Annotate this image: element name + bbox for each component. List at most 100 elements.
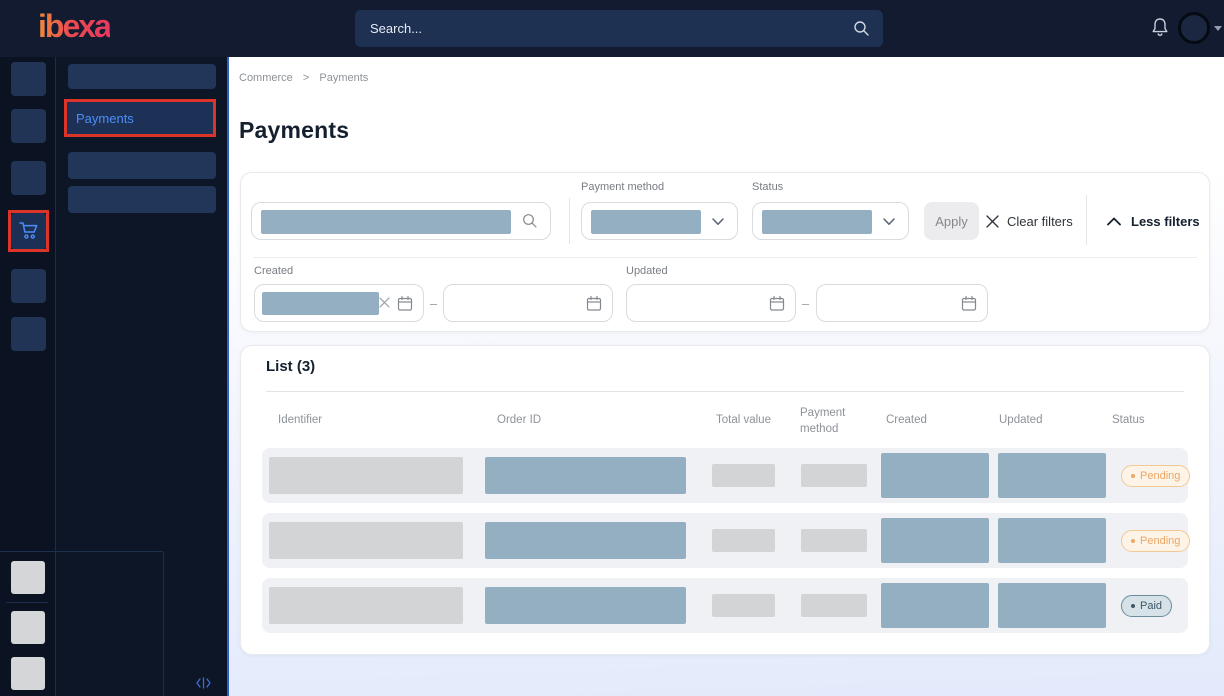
payments-list-panel: List (3) Identifier Order ID Total value…	[240, 345, 1210, 655]
status-select[interactable]	[752, 202, 909, 240]
rail-bottom-item-placeholder-1[interactable]	[11, 561, 45, 594]
chevron-up-icon	[1107, 217, 1121, 226]
divider	[163, 552, 164, 696]
payment-method-select[interactable]	[581, 202, 738, 240]
column-header-order-id: Order ID	[497, 414, 541, 426]
apply-button[interactable]: Apply	[924, 202, 979, 240]
status-dot-icon	[1131, 604, 1135, 608]
primary-nav-rail	[0, 57, 55, 696]
updated-to-date-input[interactable]	[816, 284, 988, 322]
breadcrumb-item-payments[interactable]: Payments	[319, 72, 368, 84]
close-icon	[986, 215, 999, 228]
less-filters-toggle[interactable]: Less filters	[1107, 202, 1200, 240]
clear-filters-label: Clear filters	[1007, 214, 1073, 229]
list-title: List (3)	[266, 358, 315, 375]
status-label: Pending	[1140, 535, 1180, 547]
global-search-input[interactable]	[355, 10, 883, 47]
column-header-identifier: Identifier	[278, 414, 322, 426]
cell-updated-redacted	[998, 453, 1106, 498]
table-row[interactable]: Paid	[262, 578, 1188, 633]
main-content: Commerce > Payments Payments Payment met…	[228, 57, 1224, 696]
updated-from-date-input[interactable]	[626, 284, 796, 322]
annotation-highlight-box: Payments	[64, 99, 216, 137]
chevron-down-icon	[712, 218, 724, 226]
divider	[569, 198, 570, 244]
table-row[interactable]: Pending	[262, 448, 1188, 503]
search-icon[interactable]	[853, 20, 870, 37]
breadcrumb-separator: >	[303, 72, 309, 84]
annotation-highlight-box	[8, 210, 49, 252]
created-from-date-input[interactable]	[254, 284, 424, 322]
cell-order-id-redacted	[485, 587, 686, 624]
cell-updated-redacted	[998, 583, 1106, 628]
global-search[interactable]	[355, 10, 883, 47]
payment-method-label: Payment method	[581, 181, 664, 193]
rail-item-placeholder-2[interactable]	[11, 109, 46, 143]
user-avatar[interactable]	[1178, 12, 1210, 44]
status-label: Pending	[1140, 470, 1180, 482]
rail-item-placeholder-1[interactable]	[11, 62, 46, 96]
notifications-button[interactable]	[1150, 17, 1172, 41]
divider	[266, 391, 1184, 392]
table-row[interactable]: Pending	[262, 513, 1188, 568]
cell-identifier-redacted	[269, 587, 463, 624]
cell-order-id-redacted	[485, 457, 686, 494]
sidebar-item-label: Payments	[76, 111, 134, 126]
secondary-sidebar: Payments	[55, 57, 228, 696]
breadcrumb: Commerce > Payments	[239, 72, 368, 84]
redacted-value	[261, 210, 511, 234]
status-badge: Paid	[1121, 595, 1172, 617]
cell-payment-method-redacted	[801, 594, 867, 617]
rail-item-commerce[interactable]	[11, 213, 46, 249]
chevron-down-icon	[883, 218, 895, 226]
breadcrumb-item-commerce[interactable]: Commerce	[239, 72, 293, 84]
sidebar-collapse-icon[interactable]	[195, 677, 212, 689]
less-filters-label: Less filters	[1131, 214, 1200, 229]
cell-order-id-redacted	[485, 522, 686, 559]
cart-icon	[18, 221, 40, 241]
screen: ibexa	[0, 0, 1224, 696]
sidebar-item-payments[interactable]: Payments	[67, 102, 213, 134]
page-title: Payments	[239, 117, 349, 144]
sidebar-resize-handle[interactable]	[227, 57, 229, 696]
clear-date-icon[interactable]	[379, 297, 390, 308]
filter-search-input[interactable]	[251, 202, 551, 240]
date-range-separator: –	[796, 284, 815, 322]
clear-filters-button[interactable]: Clear filters	[986, 202, 1073, 240]
calendar-icon[interactable]	[961, 295, 977, 312]
calendar-icon[interactable]	[397, 295, 413, 312]
cell-total-value-redacted	[712, 464, 775, 487]
rail-item-placeholder-3[interactable]	[11, 161, 46, 195]
column-header-total-value: Total value	[716, 414, 771, 426]
divider	[0, 551, 163, 552]
divider	[1086, 195, 1087, 245]
redacted-value	[762, 210, 872, 234]
status-label: Status	[752, 181, 783, 193]
status-dot-icon	[1131, 474, 1135, 478]
cell-total-value-redacted	[712, 529, 775, 552]
status-badge: Pending	[1121, 465, 1190, 487]
divider	[253, 257, 1197, 258]
topbar: ibexa	[0, 0, 1224, 57]
rail-item-placeholder-4[interactable]	[11, 269, 46, 303]
created-to-date-input[interactable]	[443, 284, 613, 322]
sidebar-item-placeholder-1[interactable]	[68, 64, 216, 89]
app-logo[interactable]: ibexa	[38, 8, 110, 45]
user-menu-caret-icon[interactable]	[1214, 26, 1222, 31]
column-header-status: Status	[1112, 414, 1145, 426]
column-header-created: Created	[886, 414, 927, 426]
rail-bottom-item-placeholder-2[interactable]	[11, 611, 45, 644]
rail-bottom-item-placeholder-3[interactable]	[11, 657, 45, 690]
calendar-icon[interactable]	[769, 295, 785, 312]
updated-label: Updated	[626, 265, 668, 277]
cell-total-value-redacted	[712, 594, 775, 617]
filters-panel: Payment method Status Apply Clear filter…	[240, 172, 1210, 332]
search-icon[interactable]	[522, 213, 538, 229]
calendar-icon[interactable]	[586, 295, 602, 312]
sidebar-item-placeholder-3[interactable]	[68, 186, 216, 213]
redacted-value	[591, 210, 701, 234]
date-range-separator: –	[424, 284, 443, 322]
divider	[6, 602, 48, 603]
sidebar-item-placeholder-2[interactable]	[68, 152, 216, 179]
rail-item-placeholder-5[interactable]	[11, 317, 46, 351]
